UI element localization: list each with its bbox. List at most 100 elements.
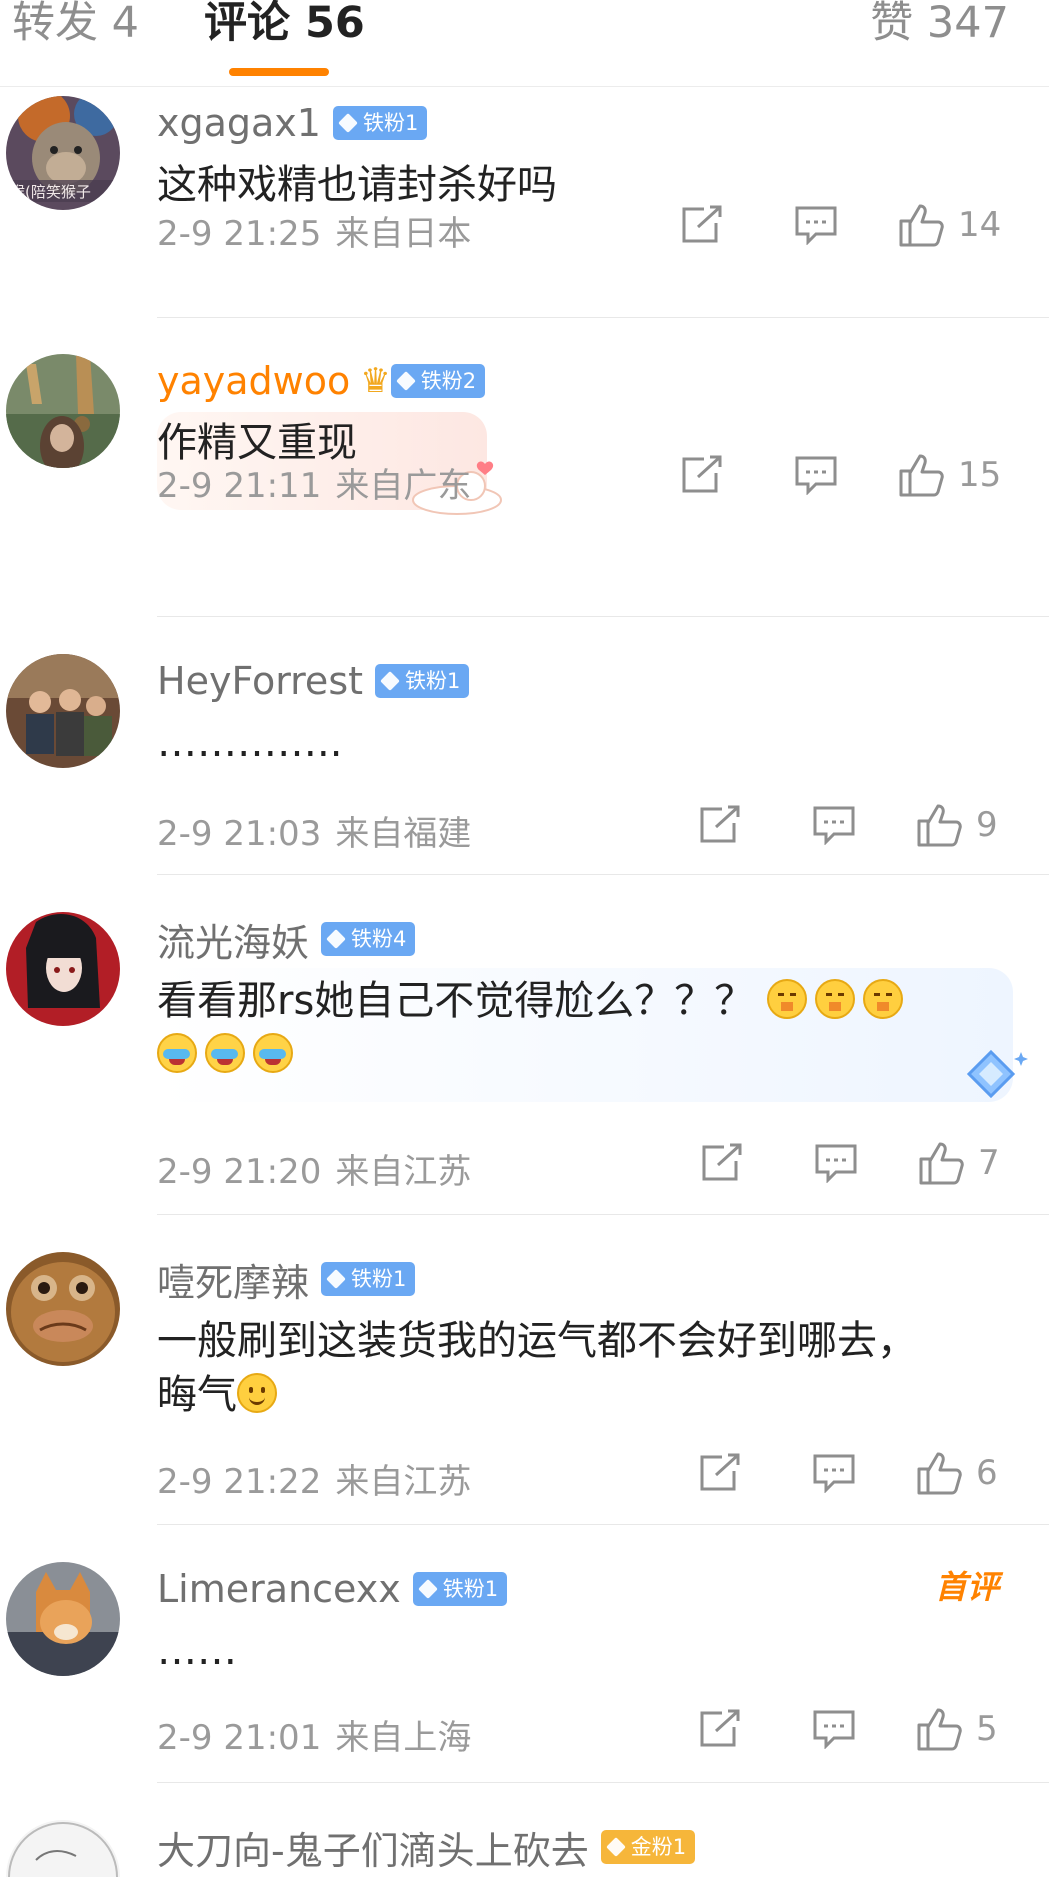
username[interactable]: Limerancexx <box>157 1567 401 1611</box>
tab-comments[interactable]: 评论 56 <box>204 0 365 52</box>
avatar[interactable] <box>6 1820 120 1877</box>
shh-emoji-icon <box>767 979 808 1019</box>
username[interactable]: 流光海妖 <box>157 912 309 967</box>
share-button[interactable] <box>698 1709 742 1749</box>
diamond-icon <box>605 1837 626 1857</box>
comment-time: 2-9 21:25 <box>157 214 322 254</box>
comment-meta: 2-9 21:11 来自广东 <box>157 458 471 507</box>
comment-icon <box>813 1454 855 1493</box>
share-button[interactable] <box>700 1143 744 1183</box>
like-button[interactable]: 7 <box>918 1141 1000 1185</box>
comment-icon <box>813 1710 855 1749</box>
reply-button[interactable] <box>812 1453 856 1493</box>
smile-emoji-icon <box>237 1373 277 1413</box>
thumbs-up-icon <box>899 204 944 247</box>
comment-time: 2-9 21:22 <box>157 1462 322 1502</box>
comment-actions: 6 <box>698 1450 998 1496</box>
comment-time: 2-9 21:11 <box>157 466 322 506</box>
comment-location: 来自日本 <box>335 214 472 254</box>
reply-button[interactable] <box>814 1143 858 1183</box>
fan-badge[interactable]: 铁粉2 <box>390 364 486 398</box>
comment-meta: 2-9 21:20 来自江苏 <box>157 1144 471 1193</box>
avatar[interactable]: 猴(陪笑猴子 <box>6 96 120 210</box>
tab-likes[interactable]: 赞 347 <box>870 0 1009 52</box>
username[interactable]: yayadwoo <box>157 359 350 403</box>
comment-location: 来自上海 <box>335 1718 472 1758</box>
divider <box>157 1214 1049 1215</box>
like-count: 9 <box>976 805 998 845</box>
comment-icon <box>795 206 837 245</box>
like-count: 15 <box>958 455 1002 495</box>
comment-icon <box>813 806 855 845</box>
username[interactable]: 噎死摩辣 <box>157 1252 309 1307</box>
like-button[interactable]: 6 <box>916 1451 998 1495</box>
divider <box>157 874 1049 875</box>
fan-badge[interactable]: 铁粉1 <box>375 664 470 698</box>
username[interactable]: xgagax1 <box>157 101 321 145</box>
like-count: 14 <box>958 205 1002 245</box>
fan-badge[interactable]: 金粉1 <box>600 1830 696 1864</box>
divider <box>157 317 1049 318</box>
comment-actions: 5 <box>698 1706 998 1752</box>
reply-button[interactable] <box>794 455 838 495</box>
comment-time: 2-9 21:20 <box>157 1152 322 1192</box>
like-count: 6 <box>976 1453 998 1493</box>
comment-icon <box>795 456 837 495</box>
tab-bar: 转发 4 评论 56 赞 347 <box>0 0 1049 87</box>
thumbs-up-icon <box>917 1452 962 1495</box>
thumbs-up-icon <box>917 804 962 847</box>
share-button[interactable] <box>698 1453 742 1493</box>
username[interactable]: HeyForrest <box>157 659 363 703</box>
reply-button[interactable] <box>812 805 856 845</box>
like-count: 7 <box>978 1143 1000 1183</box>
thumbs-up-icon <box>917 1708 962 1751</box>
comment-meta: 2-9 21:01 来自上海 <box>157 1710 471 1759</box>
thumbs-up-icon <box>899 454 944 497</box>
comment-time: 2-9 21:03 <box>157 814 322 854</box>
share-icon <box>700 1709 740 1747</box>
avatar[interactable] <box>6 1562 120 1676</box>
comment-actions: 9 <box>698 802 998 848</box>
fan-badge[interactable]: 铁粉4 <box>321 922 416 956</box>
first-comment-tag: 首评 <box>934 1568 999 1606</box>
like-button[interactable]: 5 <box>916 1707 998 1751</box>
thumbs-up-icon <box>919 1142 964 1185</box>
comment-location: 来自福建 <box>335 814 472 854</box>
avatar[interactable] <box>6 912 120 1026</box>
username[interactable]: 大刀向-鬼子们滴头上砍去 <box>157 1820 589 1875</box>
comment-icon <box>815 1144 857 1183</box>
fan-badge[interactable]: 铁粉1 <box>332 106 428 140</box>
comment-location: 来自江苏 <box>335 1462 472 1502</box>
tab-reposts[interactable]: 转发 4 <box>12 0 139 52</box>
like-button[interactable]: 14 <box>898 203 1001 247</box>
comment-actions: 15 <box>680 452 1001 498</box>
active-tab-indicator <box>229 68 329 76</box>
like-count: 5 <box>976 1709 998 1749</box>
share-icon <box>682 455 722 493</box>
comment-time: 2-9 21:01 <box>157 1718 322 1758</box>
shh-emoji-icon <box>815 979 856 1019</box>
fan-badge[interactable]: 铁粉1 <box>321 1262 416 1296</box>
share-button[interactable] <box>698 805 742 845</box>
share-icon <box>682 205 722 243</box>
diamond-icon <box>326 929 346 949</box>
share-button[interactable] <box>680 455 724 495</box>
share-button[interactable] <box>680 205 724 245</box>
avatar[interactable] <box>6 354 120 468</box>
avatar[interactable] <box>6 1252 120 1366</box>
avatar[interactable] <box>6 654 120 768</box>
reply-button[interactable] <box>794 205 838 245</box>
comment-meta: 2-9 21:22 来自江苏 <box>157 1454 471 1503</box>
comment-meta: 2-9 21:25 来自日本 <box>157 206 471 255</box>
like-button[interactable]: 9 <box>916 803 998 847</box>
divider <box>157 616 1049 617</box>
comment-page: 转发 4 评论 56 赞 347 猴(陪笑猴子 xgagax1 铁粉1 这种戏精… <box>0 0 1049 1877</box>
diamond-icon <box>380 671 400 691</box>
comment-meta: 2-9 21:03 来自福建 <box>157 806 471 855</box>
reply-button[interactable] <box>812 1709 856 1749</box>
fan-badge[interactable]: 铁粉1 <box>412 1572 508 1606</box>
svg-text:猴(陪笑猴子: 猴(陪笑猴子 <box>10 183 91 201</box>
diamond-icon <box>417 1579 438 1599</box>
like-button[interactable]: 15 <box>898 453 1001 497</box>
comment-text: 看看那rs她自己不觉得尬么？？？ <box>157 974 1017 1082</box>
